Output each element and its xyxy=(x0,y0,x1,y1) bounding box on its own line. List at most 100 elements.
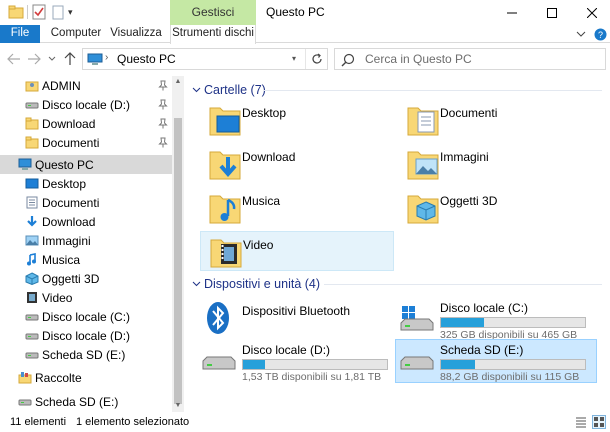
nav-item-label: Musica xyxy=(42,253,81,267)
title-bar: ▾ Gestisci Questo PC xyxy=(0,0,610,25)
nav-item-disco-d[interactable]: Disco locale (D:) xyxy=(0,95,172,114)
chevron-down-icon xyxy=(576,31,586,37)
nav-item-label: Documenti xyxy=(42,196,100,210)
nav-item-questo-pc[interactable]: Questo PC xyxy=(0,155,172,174)
windows-drive-icon xyxy=(400,304,434,334)
address-history-chevron-icon[interactable]: ▾ xyxy=(288,53,300,65)
pictures-folder-icon xyxy=(406,146,440,182)
folder-tile-desktop[interactable]: Desktop xyxy=(200,100,396,142)
nav-item-scheda-sd-root[interactable]: Scheda SD (E:) xyxy=(0,392,172,411)
up-button[interactable] xyxy=(62,51,78,67)
nav-item-download-pc[interactable]: Download xyxy=(0,212,172,231)
nav-item-label: Questo PC xyxy=(35,158,94,172)
drive-tile-e[interactable]: Scheda SD (E:) 88,2 GB disponibili su 11… xyxy=(395,339,597,383)
group-header-folders[interactable]: Cartelle (7) xyxy=(192,82,266,98)
nav-item-raccolte[interactable]: Raccolte xyxy=(0,368,172,387)
group-header-devices[interactable]: Dispositivi e unità (4) xyxy=(192,276,320,292)
details-view-button[interactable] xyxy=(574,415,588,429)
folder-tile-documenti[interactable]: Documenti xyxy=(398,100,594,142)
drive-tile-c[interactable]: Disco locale (C:) 325 GB disponibili su … xyxy=(396,298,596,341)
search-input[interactable] xyxy=(365,51,601,67)
nav-item-video[interactable]: Video xyxy=(0,288,172,307)
scroll-up-icon[interactable]: ▲ xyxy=(172,76,184,88)
back-button[interactable] xyxy=(6,51,22,67)
nav-item-musica[interactable]: Musica xyxy=(0,250,172,269)
folder-tile-immagini[interactable]: Immagini xyxy=(398,144,594,186)
selection-count: 1 elemento selezionato xyxy=(76,416,190,428)
pin-icon xyxy=(158,118,168,129)
search-icon xyxy=(341,53,355,67)
nav-item-label: Oggetti 3D xyxy=(42,272,100,286)
objects-3d-icon xyxy=(406,190,440,226)
nav-item-admin[interactable]: ADMIN xyxy=(0,76,172,95)
properties-icon[interactable] xyxy=(32,4,46,20)
nav-item-label: Immagini xyxy=(42,234,91,248)
recent-locations-button[interactable] xyxy=(46,51,58,67)
pin-icon xyxy=(158,80,168,91)
new-folder-icon[interactable] xyxy=(52,4,64,20)
nav-item-documenti-pc[interactable]: Documenti xyxy=(0,193,172,212)
refresh-icon xyxy=(311,53,322,64)
customize-quick-access-chevron-icon[interactable]: ▾ xyxy=(68,4,78,20)
tab-strumenti-dischi[interactable]: Strumenti dischi xyxy=(170,25,256,44)
group-divider xyxy=(264,90,602,91)
folder-tile-musica[interactable]: Musica xyxy=(200,188,396,230)
nav-item-immagini[interactable]: Immagini xyxy=(0,231,172,250)
bluetooth-icon xyxy=(204,300,238,334)
address-bar[interactable]: › Questo PC ▾ xyxy=(82,48,328,70)
tab-file[interactable]: File xyxy=(0,25,40,43)
download-folder-icon xyxy=(25,215,39,228)
nav-item-label: Video xyxy=(42,291,73,305)
folder-tile-video[interactable]: Video xyxy=(200,231,394,271)
device-tile-bluetooth[interactable]: Dispositivi Bluetooth xyxy=(198,298,398,340)
breadcrumb-separator[interactable]: › xyxy=(105,52,108,63)
drive-free-space: 88,2 GB disponibili su 115 GB xyxy=(440,371,580,383)
nav-item-label: Download xyxy=(42,215,96,229)
close-button[interactable] xyxy=(572,0,610,25)
nav-item-label: Raccolte xyxy=(35,371,82,385)
music-folder-icon xyxy=(208,190,242,226)
nav-item-documenti[interactable]: Documenti xyxy=(0,133,172,152)
forward-button[interactable] xyxy=(26,51,42,67)
breadcrumb[interactable]: Questo PC xyxy=(117,52,176,66)
folder-tile-download[interactable]: Download xyxy=(200,144,396,186)
nav-item-oggetti-3d[interactable]: Oggetti 3D xyxy=(0,269,172,288)
drive-usage-fill xyxy=(441,318,485,327)
search-box[interactable] xyxy=(334,48,606,70)
folder-label: Immagini xyxy=(440,150,489,164)
address-row: › Questo PC ▾ xyxy=(0,44,610,74)
nav-item-download[interactable]: Download xyxy=(0,114,172,133)
nav-scrollbar-thumb[interactable] xyxy=(174,118,182,404)
scroll-down-icon[interactable]: ▼ xyxy=(172,400,184,412)
ribbon-tabs: File Computer Visualizza Strumenti disch… xyxy=(0,25,610,44)
minimize-button[interactable] xyxy=(492,0,532,25)
maximize-button[interactable] xyxy=(532,0,572,25)
drive-tile-d[interactable]: Disco locale (D:) 1,53 TB disponibili su… xyxy=(198,340,398,383)
tab-computer[interactable]: Computer xyxy=(48,25,104,43)
maximize-icon xyxy=(547,7,557,18)
nav-item-label: Documenti xyxy=(42,136,100,150)
quick-access-separator xyxy=(27,5,28,19)
item-count: 11 elementi xyxy=(10,416,67,428)
minimize-icon xyxy=(507,12,517,13)
tiles-view-button[interactable] xyxy=(592,415,606,429)
nav-item-label: Disco locale (D:) xyxy=(42,329,131,343)
group-title: Dispositivi e unità (4) xyxy=(204,277,321,291)
nav-item-disco-d-pc[interactable]: Disco locale (D:) xyxy=(0,326,172,345)
nav-item-scheda-sd[interactable]: Scheda SD (E:) xyxy=(0,345,172,364)
folder-icon xyxy=(8,4,24,20)
computer-icon xyxy=(18,158,32,171)
nav-item-desktop[interactable]: Desktop xyxy=(0,174,172,193)
drive-usage-bar xyxy=(242,359,388,370)
drive-usage-bar xyxy=(440,317,586,328)
drive-icon xyxy=(25,329,39,342)
download-folder-icon xyxy=(208,146,242,182)
folder-tile-oggetti-3d[interactable]: Oggetti 3D xyxy=(398,188,594,230)
refresh-button[interactable] xyxy=(305,49,327,69)
nav-item-disco-c[interactable]: Disco locale (C:) xyxy=(0,307,172,326)
tab-visualizza[interactable]: Visualizza xyxy=(108,25,164,43)
expand-ribbon-button[interactable] xyxy=(576,25,590,43)
help-button[interactable]: ? xyxy=(594,25,608,43)
user-folder-icon xyxy=(25,79,39,92)
content-pane: Cartelle (7) Desktop Documenti Download … xyxy=(184,76,610,412)
